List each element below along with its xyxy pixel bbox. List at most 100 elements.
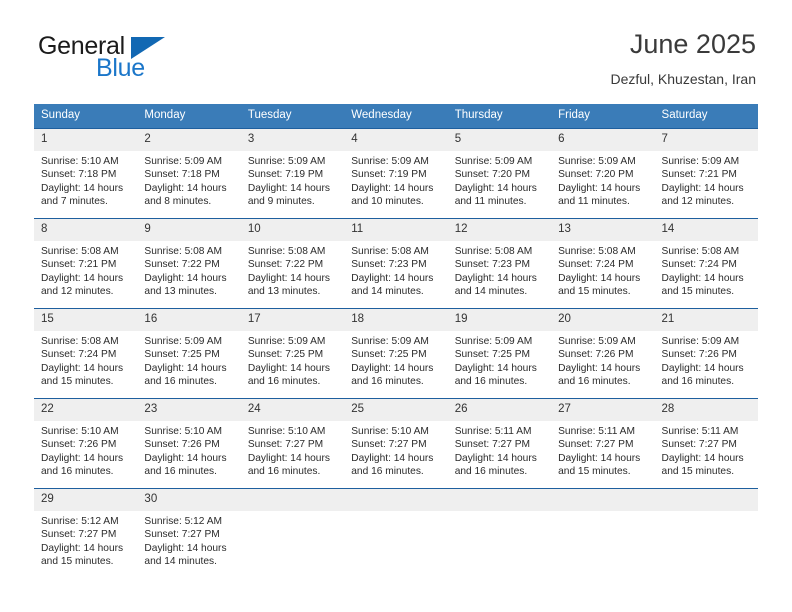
day-details: Sunrise: 5:08 AM Sunset: 7:21 PM Daylight:… xyxy=(34,241,137,298)
day-number: 7 xyxy=(654,129,758,151)
sunset-text: Sunset: 7:25 PM xyxy=(351,349,427,361)
day-cell[interactable]: 8 Sunrise: 5:08 AM Sunset: 7:21 PM Daylight… xyxy=(34,218,138,309)
sunset-text: Sunset: 7:20 PM xyxy=(558,169,634,181)
day-cell-empty xyxy=(654,488,758,573)
day-cell[interactable]: 4 Sunrise: 5:09 AM Sunset: 7:19 PM Daylight… xyxy=(344,128,448,219)
day-cell[interactable]: 24 Sunrise: 5:10 AM Sunset: 7:27 PM Dayligh… xyxy=(240,398,345,489)
day-cell-empty xyxy=(551,488,655,573)
day-details: Sunrise: 5:12 AM Sunset: 7:27 PM Daylight:… xyxy=(34,511,137,568)
sunset-text: Sunset: 7:27 PM xyxy=(351,439,427,451)
day-cell[interactable]: 17 Sunrise: 5:09 AM Sunset: 7:25 PM Dayligh… xyxy=(240,308,345,399)
sunset-text: Sunset: 7:18 PM xyxy=(41,169,117,181)
sunset-text: Sunset: 7:27 PM xyxy=(558,439,634,451)
day-cell[interactable]: 27 Sunrise: 5:11 AM Sunset: 7:27 PM Dayligh… xyxy=(551,398,655,489)
daylight-text: Daylight: 14 hours and 10 minutes. xyxy=(351,182,434,207)
daylight-text: Daylight: 14 hours and 16 minutes. xyxy=(41,452,124,477)
title-block: June 2025 Dezful, Khuzestan, Iran xyxy=(610,28,756,89)
sunset-text: Sunset: 7:26 PM xyxy=(41,439,117,451)
day-cell[interactable]: 3 Sunrise: 5:09 AM Sunset: 7:19 PM Daylight… xyxy=(240,128,345,219)
day-details: Sunrise: 5:08 AM Sunset: 7:24 PM Daylight:… xyxy=(655,241,758,298)
day-cell[interactable]: 15 Sunrise: 5:08 AM Sunset: 7:24 PM Dayligh… xyxy=(34,308,138,399)
daylight-text: Daylight: 14 hours and 14 minutes. xyxy=(144,542,227,567)
day-number: 4 xyxy=(344,129,448,151)
day-cell[interactable]: 26 Sunrise: 5:11 AM Sunset: 7:27 PM Dayligh… xyxy=(447,398,552,489)
sunset-text: Sunset: 7:26 PM xyxy=(144,439,220,451)
page-subtitle: Dezful, Khuzestan, Iran xyxy=(610,71,756,87)
day-cell[interactable]: 12 Sunrise: 5:08 AM Sunset: 7:23 PM Dayligh… xyxy=(447,218,552,309)
daylight-text: Daylight: 14 hours and 16 minutes. xyxy=(661,362,744,387)
day-number: 23 xyxy=(137,399,241,421)
day-cell[interactable]: 1 Sunrise: 5:10 AM Sunset: 7:18 PM Daylight… xyxy=(34,128,138,219)
daylight-text: Daylight: 14 hours and 15 minutes. xyxy=(661,452,744,477)
day-cell[interactable]: 13 Sunrise: 5:08 AM Sunset: 7:24 PM Dayligh… xyxy=(551,218,655,309)
day-cell[interactable]: 28 Sunrise: 5:11 AM Sunset: 7:27 PM Dayligh… xyxy=(654,398,758,489)
sunrise-text: Sunrise: 5:10 AM xyxy=(351,426,429,437)
sunrise-text: Sunrise: 5:11 AM xyxy=(661,426,739,437)
day-number xyxy=(447,489,552,511)
weekday-header-row: Sunday Monday Tuesday Wednesday Thursday… xyxy=(34,104,758,129)
sunset-text: Sunset: 7:23 PM xyxy=(454,259,531,271)
day-details: Sunrise: 5:11 AM Sunset: 7:27 PM Daylight:… xyxy=(448,421,551,478)
day-number: 2 xyxy=(137,129,241,151)
daylight-text: Daylight: 14 hours and 15 minutes. xyxy=(558,272,641,297)
day-cell[interactable]: 14 Sunrise: 5:08 AM Sunset: 7:24 PM Dayligh… xyxy=(654,218,758,309)
day-cell[interactable]: 5 Sunrise: 5:09 AM Sunset: 7:20 PM Daylight… xyxy=(447,128,552,219)
sunrise-text: Sunrise: 5:08 AM xyxy=(661,246,740,257)
sunrise-text: Sunrise: 5:09 AM xyxy=(247,156,326,167)
week-row: 1 Sunrise: 5:10 AM Sunset: 7:18 PM Daylight… xyxy=(34,128,758,219)
day-number: 1 xyxy=(34,129,138,151)
daylight-text: Daylight: 14 hours and 16 minutes. xyxy=(454,452,537,477)
daylight-text: Daylight: 14 hours and 16 minutes. xyxy=(144,452,227,477)
calendar-page: General Blue June 2025 Dezful, Khuzestan… xyxy=(0,0,792,612)
daylight-text: Daylight: 14 hours and 16 minutes. xyxy=(247,452,330,477)
day-details: Sunrise: 5:09 AM Sunset: 7:25 PM Daylight:… xyxy=(448,331,551,388)
sunrise-text: Sunrise: 5:10 AM xyxy=(41,426,119,437)
day-details: Sunrise: 5:09 AM Sunset: 7:19 PM Daylight:… xyxy=(241,151,344,208)
day-cell[interactable]: 10 Sunrise: 5:08 AM Sunset: 7:22 PM Dayligh… xyxy=(240,218,345,309)
page-title: June 2025 xyxy=(629,29,756,59)
day-cell[interactable]: 7 Sunrise: 5:09 AM Sunset: 7:21 PM Daylight… xyxy=(654,128,758,219)
day-cell[interactable]: 25 Sunrise: 5:10 AM Sunset: 7:27 PM Dayligh… xyxy=(344,398,448,489)
day-details: Sunrise: 5:11 AM Sunset: 7:27 PM Daylight:… xyxy=(655,421,758,478)
day-cell[interactable]: 16 Sunrise: 5:09 AM Sunset: 7:25 PM Dayligh… xyxy=(137,308,241,399)
day-cell[interactable]: 19 Sunrise: 5:09 AM Sunset: 7:25 PM Dayligh… xyxy=(447,308,552,399)
week-row: 15 Sunrise: 5:08 AM Sunset: 7:24 PM Dayligh… xyxy=(34,308,758,399)
day-details: Sunrise: 5:09 AM Sunset: 7:18 PM Daylight:… xyxy=(137,151,240,208)
sunrise-text: Sunrise: 5:08 AM xyxy=(558,246,636,257)
daylight-text: Daylight: 14 hours and 12 minutes. xyxy=(661,182,744,207)
daylight-text: Daylight: 14 hours and 9 minutes. xyxy=(247,182,330,207)
day-details: Sunrise: 5:09 AM Sunset: 7:25 PM Daylight:… xyxy=(344,331,447,388)
daylight-text: Daylight: 14 hours and 14 minutes. xyxy=(454,272,537,297)
week-row: 22 Sunrise: 5:10 AM Sunset: 7:26 PM Dayligh… xyxy=(34,398,758,489)
day-cell[interactable]: 9 Sunrise: 5:08 AM Sunset: 7:22 PM Daylight… xyxy=(137,218,241,309)
sunset-text: Sunset: 7:27 PM xyxy=(41,529,117,541)
day-cell[interactable]: 18 Sunrise: 5:09 AM Sunset: 7:25 PM Dayligh… xyxy=(344,308,448,399)
daylight-text: Daylight: 14 hours and 14 minutes. xyxy=(351,272,434,297)
sunrise-text: Sunrise: 5:09 AM xyxy=(351,336,429,347)
daylight-text: Daylight: 14 hours and 12 minutes. xyxy=(41,272,124,297)
daylight-text: Daylight: 14 hours and 16 minutes. xyxy=(247,362,330,387)
sunset-text: Sunset: 7:27 PM xyxy=(454,439,531,451)
day-number: 27 xyxy=(551,399,655,421)
sunset-text: Sunset: 7:27 PM xyxy=(661,439,737,451)
sunset-text: Sunset: 7:18 PM xyxy=(144,169,220,181)
day-number: 12 xyxy=(447,219,552,241)
daylight-text: Daylight: 14 hours and 11 minutes. xyxy=(454,182,537,207)
week-row: 8 Sunrise: 5:08 AM Sunset: 7:21 PM Daylight… xyxy=(34,218,758,309)
sunset-text: Sunset: 7:26 PM xyxy=(558,349,634,361)
day-details: Sunrise: 5:10 AM Sunset: 7:18 PM Daylight:… xyxy=(34,151,137,208)
day-cell[interactable]: 20 Sunrise: 5:09 AM Sunset: 7:26 PM Dayligh… xyxy=(551,308,655,399)
day-cell[interactable]: 29 Sunrise: 5:12 AM Sunset: 7:27 PM Dayligh… xyxy=(34,488,138,573)
day-cell[interactable]: 11 Sunrise: 5:08 AM Sunset: 7:23 PM Dayligh… xyxy=(344,218,448,309)
sunrise-text: Sunrise: 5:10 AM xyxy=(247,426,326,437)
day-cell[interactable]: 2 Sunrise: 5:09 AM Sunset: 7:18 PM Daylight… xyxy=(137,128,241,219)
day-cell[interactable]: 30 Sunrise: 5:12 AM Sunset: 7:27 PM Dayligh… xyxy=(137,488,241,573)
day-number: 11 xyxy=(344,219,448,241)
day-cell[interactable]: 23 Sunrise: 5:10 AM Sunset: 7:26 PM Dayligh… xyxy=(137,398,241,489)
day-number xyxy=(240,489,345,511)
day-cell[interactable]: 6 Sunrise: 5:09 AM Sunset: 7:20 PM Daylight… xyxy=(551,128,655,219)
sunrise-text: Sunrise: 5:08 AM xyxy=(351,246,429,257)
day-cell[interactable]: 22 Sunrise: 5:10 AM Sunset: 7:26 PM Dayligh… xyxy=(34,398,138,489)
day-cell[interactable]: 21 Sunrise: 5:09 AM Sunset: 7:26 PM Dayligh… xyxy=(654,308,758,399)
day-number: 14 xyxy=(654,219,758,241)
